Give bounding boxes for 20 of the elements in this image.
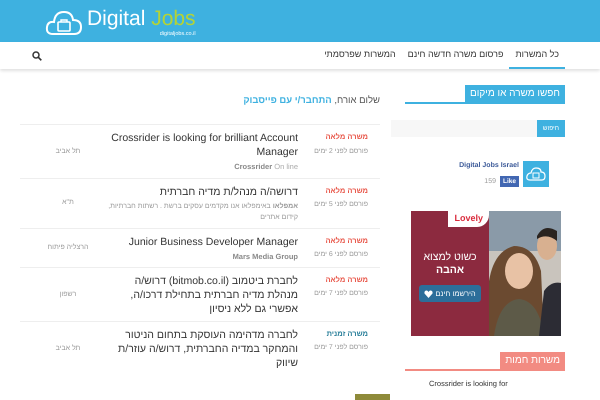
nav-tab[interactable]: המשרות שפרסמתי xyxy=(318,42,402,69)
search-icon[interactable] xyxy=(32,50,42,60)
heart-icon xyxy=(424,290,434,298)
job-title-link[interactable]: דרושה/ה מנהל/ת מדיה חברתית xyxy=(108,184,298,198)
page-logo-icon xyxy=(523,161,549,187)
ad-brand-logo: Lovely xyxy=(448,211,489,227)
search-field[interactable] xyxy=(390,120,537,137)
job-title-link[interactable]: לחברת ביטמוב (bitmob.co.il) דרוש/ה מנהלת מדיה חברתית בתחילת דרכו/ה, אפשרי גם ללא ניסיון xyxy=(108,274,298,316)
job-title-link[interactable]: Crossrider is looking for brilliant Account Manager xyxy=(108,131,298,160)
job-title-link[interactable]: לחברה מדהימה העוסקת בתחום הניטור והמחקר במדיה החברתית, דרוש/ה עוזר/ת שיווק xyxy=(108,328,298,370)
nav-tab[interactable]: פרסום משרה חדשה חינם xyxy=(402,42,510,69)
section-heading: חפשו משרה או מיקום xyxy=(465,85,565,102)
nav-tab[interactable]: כל המשרות xyxy=(509,42,565,69)
ad-headline: אהבה xyxy=(434,264,466,277)
section-heading: משרות חמות xyxy=(500,352,565,370)
cloud-briefcase-icon xyxy=(45,9,83,37)
greeting-text: שלום אורח, xyxy=(334,95,380,106)
job-title-link[interactable]: Junior Business Developer Manager xyxy=(108,234,298,248)
ad-headline: כשוט למצוא xyxy=(423,250,477,264)
corner-tab[interactable] xyxy=(355,394,390,400)
